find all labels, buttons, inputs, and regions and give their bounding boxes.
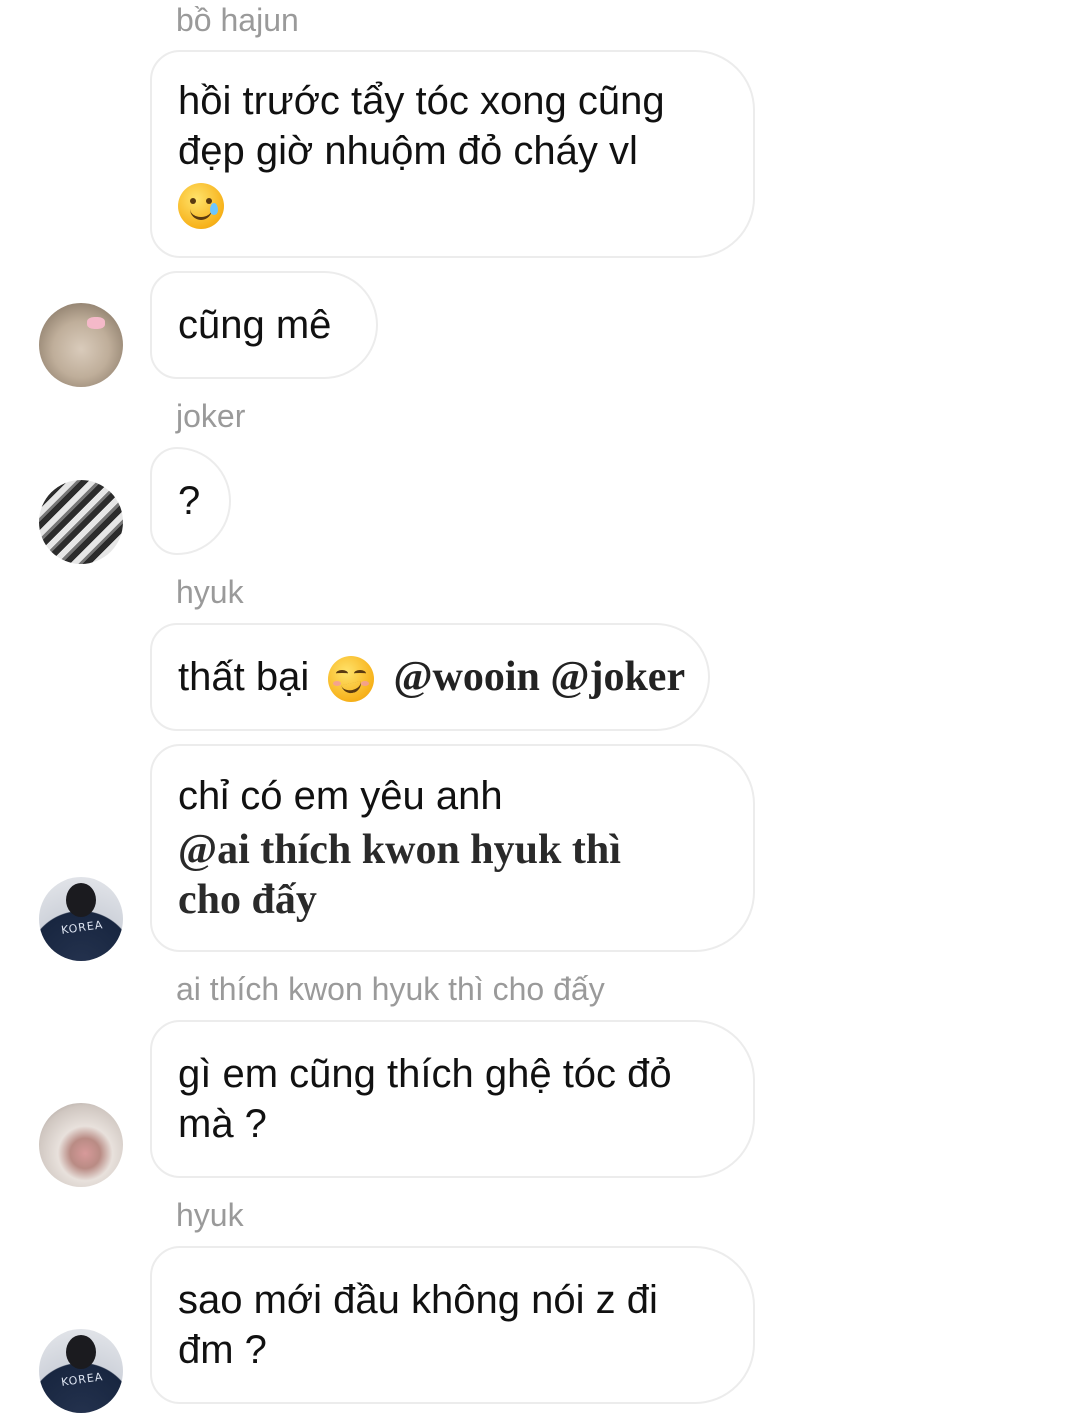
message-text: cũng mê [178, 303, 332, 347]
message-emoji-line [178, 176, 729, 232]
message-bubble[interactable]: ? [150, 447, 231, 555]
message-text: gì em cũng thích ghệ tóc đỏ [178, 1052, 672, 1096]
message-text: hồi trước tẩy tóc xong cũng [178, 79, 665, 123]
message-bubble[interactable]: cũng mê [150, 271, 378, 379]
korea-jacket-avatar[interactable]: KOREA [39, 1329, 123, 1413]
manga-avatar[interactable] [39, 480, 123, 564]
avatar-text: KOREA [60, 1370, 105, 1389]
message-bubble[interactable]: hồi trước tẩy tóc xong cũng đẹp giờ nhuộ… [150, 50, 755, 258]
message-text: ? [178, 479, 201, 523]
sender-name: ai thích kwon hyuk thì cho đấy [176, 971, 605, 1007]
sender-name: bồ hajun [176, 2, 299, 38]
message-bubble[interactable]: thất bại @wooin @joker [150, 623, 710, 731]
message-text: chỉ có em yêu anh [178, 774, 503, 818]
message-bubble[interactable]: chỉ có em yêu anh @ai thích kwon hyuk th… [150, 744, 755, 952]
message-text-content: thất bại [178, 654, 310, 699]
avatar-text: KOREA [60, 918, 105, 937]
smirking-face-emoji [328, 656, 375, 703]
korea-jacket-avatar[interactable]: KOREA [39, 877, 123, 961]
sender-name: hyuk [176, 1197, 244, 1233]
smiling-face-with-tear-emoji [178, 183, 224, 230]
message-text: sao mới đầu không nói z đi [178, 1278, 658, 1322]
rabbit-avatar[interactable] [39, 303, 123, 387]
mention-tags[interactable]: @wooin @joker [393, 654, 685, 700]
message-text: mà ? [178, 1102, 267, 1146]
mention-tag[interactable]: cho đấy [178, 875, 729, 925]
message-text: đẹp giờ nhuộm đỏ cháy vl [178, 129, 638, 173]
sender-name: joker [176, 398, 246, 434]
sender-name: hyuk [176, 574, 244, 610]
message-bubble[interactable]: sao mới đầu không nói z đi đm ? [150, 1246, 755, 1404]
message-text: thất bại @wooin @joker [178, 652, 685, 703]
cat-avatar[interactable] [39, 1103, 123, 1187]
message-text: đm ? [178, 1328, 267, 1372]
message-bubble[interactable]: gì em cũng thích ghệ tóc đỏ mà ? [150, 1020, 755, 1178]
mention-tag[interactable]: @ai thích kwon hyuk thì [178, 825, 729, 875]
